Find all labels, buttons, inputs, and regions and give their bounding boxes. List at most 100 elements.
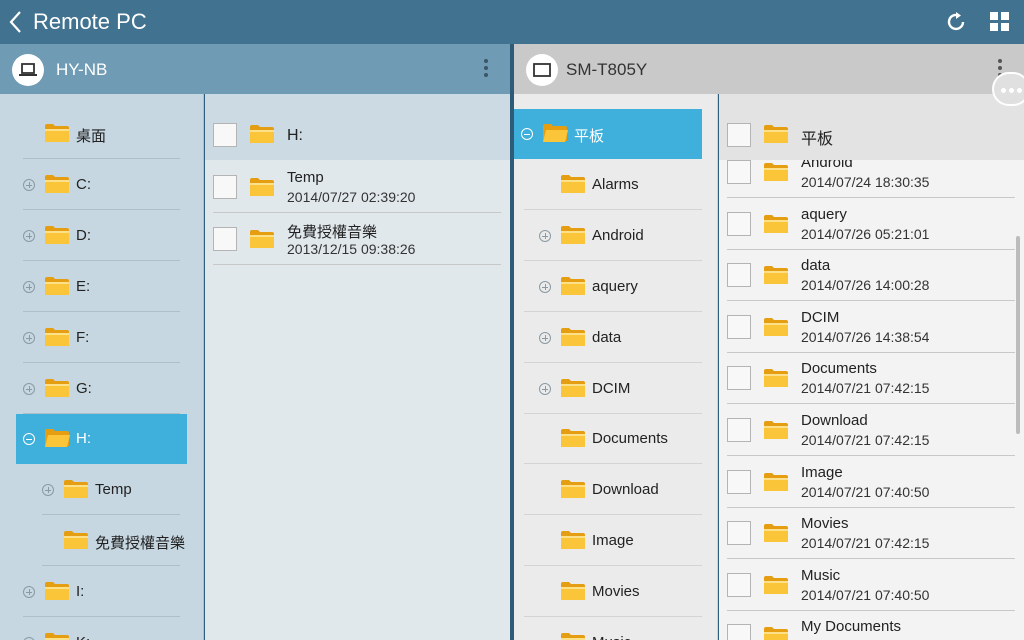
tree-item[interactable]: D: (0, 211, 203, 261)
expand-icon[interactable] (23, 382, 35, 395)
file-date: 2014/07/21 07:42:15 (801, 535, 930, 552)
folder-icon (44, 225, 70, 245)
file-name: data (801, 257, 831, 275)
file-row[interactable]: 免費授權音樂 2013/12/15 09:38:26 (205, 213, 505, 265)
tree-item[interactable]: F: (0, 313, 203, 363)
tree-item[interactable]: Image (514, 516, 717, 567)
folder-icon (560, 378, 586, 398)
file-checkbox[interactable] (727, 521, 751, 546)
select-all-checkbox[interactable] (213, 123, 237, 147)
expand-icon[interactable] (23, 280, 35, 293)
file-row[interactable]: aquery 2014/07/26 05:21:01 (719, 198, 1019, 250)
collapse-icon[interactable] (23, 433, 35, 446)
tree-item[interactable]: E: (0, 262, 203, 312)
tree-item-label: H: (76, 430, 91, 448)
current-directory-header: 平板 (719, 94, 1024, 160)
grid-view-icon[interactable] (990, 12, 1010, 32)
tree-item[interactable]: DCIM (514, 364, 717, 414)
expand-icon[interactable] (539, 331, 551, 344)
file-checkbox[interactable] (727, 572, 751, 597)
file-checkbox[interactable] (213, 226, 237, 251)
file-checkbox[interactable] (727, 211, 751, 236)
tree-item[interactable]: 免費授權音樂 (0, 516, 203, 567)
expand-icon[interactable] (23, 586, 35, 599)
remote-device-pane: SM-T805Y 平板 Alarms Android aquery data DCIM Do… (514, 44, 1024, 640)
file-checkbox[interactable] (727, 469, 751, 494)
folder-icon (560, 225, 586, 245)
more-options-icon[interactable] (483, 59, 489, 81)
file-checkbox[interactable] (727, 314, 751, 339)
file-date: 2014/07/26 14:00:28 (801, 277, 930, 294)
file-row[interactable]: My Documents2014/07/22 04:17:33 (719, 610, 1019, 640)
expand-icon[interactable] (23, 178, 35, 191)
tree-item[interactable]: aquery (514, 262, 717, 312)
tree-item[interactable]: K: (0, 618, 203, 640)
tree-item[interactable]: 桌面 (0, 109, 203, 159)
expand-icon[interactable] (42, 484, 54, 497)
tree-item-label: Temp (95, 481, 132, 499)
expand-icon[interactable] (539, 382, 551, 395)
file-list: Temp 2014/07/27 02:39:20 免費授權音樂 2013/12/15 … (205, 94, 510, 640)
refresh-icon[interactable] (944, 10, 968, 34)
file-row[interactable]: DCIM 2014/07/26 14:38:54 (719, 301, 1019, 353)
tree-item-label: 平板 (574, 128, 605, 145)
file-row[interactable]: Documents 2014/07/21 07:42:15 (719, 352, 1019, 405)
file-row[interactable]: data 2014/07/26 14:00:28 (719, 249, 1019, 302)
file-row[interactable]: Image 2014/07/21 07:40:50 (719, 456, 1019, 508)
folder-icon (63, 479, 89, 499)
expand-icon[interactable] (539, 280, 551, 293)
tree-item[interactable]: G: (0, 364, 203, 414)
select-all-checkbox[interactable] (727, 123, 751, 147)
tree-item[interactable]: Alarms (514, 160, 717, 210)
folder-icon (763, 575, 789, 595)
tree-item[interactable]: Temp (0, 465, 203, 516)
file-name: Documents (801, 360, 877, 378)
tree-item[interactable]: Documents (514, 414, 717, 465)
file-date: 2014/07/21 07:42:15 (801, 432, 930, 448)
tree-item[interactable]: C: (0, 160, 203, 210)
file-row[interactable]: Temp 2014/07/27 02:39:20 (205, 161, 505, 213)
tree-item[interactable]: Music (514, 618, 717, 640)
collapse-icon[interactable] (521, 128, 533, 140)
tree-item[interactable]: H: (16, 414, 187, 465)
folder-icon (560, 276, 586, 296)
file-checkbox[interactable] (727, 366, 751, 391)
tree-item[interactable]: I: (0, 567, 203, 618)
tree-item-label: 免費授權音樂 (95, 535, 186, 553)
tree-item-label: Download (592, 481, 659, 499)
tree-item-label: C: (76, 175, 91, 193)
tree-item[interactable]: Movies (514, 567, 717, 618)
expand-icon[interactable] (23, 331, 35, 344)
folder-icon (560, 479, 586, 499)
file-date: 2014/07/21 07:40:50 (801, 586, 930, 603)
folder-icon (763, 523, 789, 543)
folder-icon (44, 276, 70, 296)
file-date: 2013/12/15 09:38:26 (287, 240, 416, 257)
tree-item-label: Image (592, 532, 634, 550)
file-name: Download (801, 412, 868, 429)
tree-item[interactable]: Download (514, 465, 717, 516)
tree-item-label: Alarms (592, 175, 639, 193)
folder-icon (44, 632, 70, 640)
chevron-left-icon[interactable] (8, 10, 22, 34)
tree-item-label: DCIM (592, 379, 631, 397)
file-checkbox[interactable] (213, 175, 237, 199)
tree-item-label: I: (76, 583, 85, 601)
expand-icon[interactable] (539, 229, 551, 242)
tree-item[interactable]: Android (514, 211, 717, 261)
tree-item[interactable]: data (514, 313, 717, 363)
expand-icon[interactable] (23, 229, 35, 242)
floating-more-button[interactable] (992, 72, 1024, 106)
file-checkbox[interactable] (727, 160, 751, 184)
file-row[interactable]: Music 2014/07/21 07:40:50 (719, 559, 1019, 611)
folder-icon (44, 378, 70, 398)
file-checkbox[interactable] (727, 263, 751, 288)
tree-item-label: Documents (592, 430, 668, 448)
tree-item[interactable]: 平板 (514, 109, 702, 159)
folder-icon (44, 327, 70, 347)
tree-item-label: 桌面 (76, 128, 107, 145)
file-row[interactable]: Download 2014/07/21 07:42:15 (719, 404, 1019, 456)
file-row[interactable]: Movies 2014/07/21 07:42:15 (719, 507, 1019, 560)
file-checkbox[interactable] (727, 418, 751, 442)
file-checkbox[interactable] (727, 624, 751, 640)
